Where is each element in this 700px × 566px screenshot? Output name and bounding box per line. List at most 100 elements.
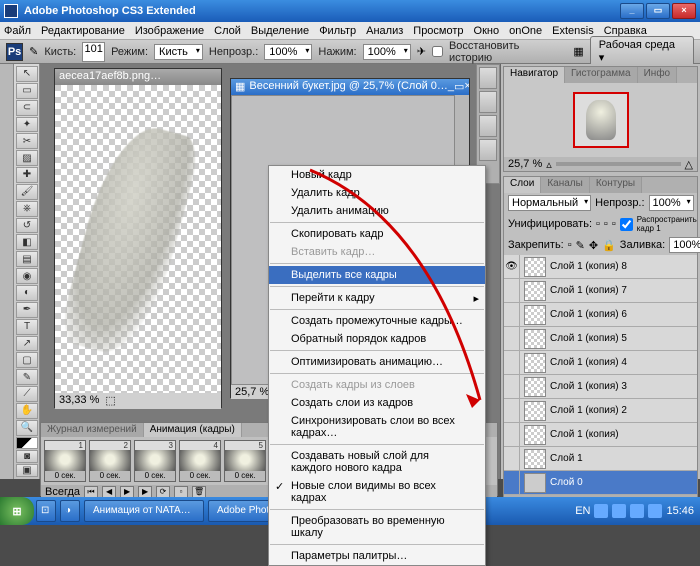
maximize-button[interactable]: ▭ bbox=[646, 3, 670, 19]
menu-image[interactable]: Изображение bbox=[135, 25, 204, 37]
clock[interactable]: 15:46 bbox=[666, 505, 694, 517]
ctx-delete-frame[interactable]: Удалить кадр bbox=[269, 184, 485, 202]
unify-vis-icon[interactable]: ▫ bbox=[604, 218, 608, 230]
layer-name[interactable]: Слой 1 (копия) 7 bbox=[550, 285, 697, 296]
animation-frame[interactable]: 20 сек. bbox=[89, 440, 131, 482]
taskbar-item[interactable]: Анимация от NATALI… bbox=[84, 500, 204, 522]
tab-info[interactable]: Инфо bbox=[638, 67, 678, 83]
animation-frame[interactable]: 50 сек. bbox=[224, 440, 266, 482]
tray-icon[interactable] bbox=[612, 504, 626, 518]
zoom-in-icon[interactable]: △ bbox=[685, 158, 693, 171]
brush-tool[interactable]: 🖌 bbox=[16, 184, 38, 200]
visibility-icon[interactable] bbox=[504, 327, 520, 350]
nav-zoom[interactable]: 25,7 % bbox=[508, 158, 542, 170]
shape-tool[interactable]: ▢ bbox=[16, 352, 38, 368]
animation-frame[interactable]: 10 сек. bbox=[44, 440, 86, 482]
menu-analysis[interactable]: Анализ bbox=[366, 25, 403, 37]
doc1-zoom[interactable]: 33,33 % bbox=[59, 394, 99, 408]
zoom-slider[interactable] bbox=[556, 162, 681, 166]
eyedropper-tool[interactable]: ⟋ bbox=[16, 386, 38, 402]
navigator-thumb[interactable] bbox=[504, 83, 697, 157]
ctx-delete-anim[interactable]: Удалить анимацию bbox=[269, 202, 485, 220]
layer-name[interactable]: Слой 1 (копия) 5 bbox=[550, 333, 697, 344]
visibility-icon[interactable] bbox=[504, 279, 520, 302]
tray-icon[interactable] bbox=[648, 504, 662, 518]
stamp-tool[interactable]: ⎈ bbox=[16, 201, 38, 217]
layer-name[interactable]: Слой 1 (копия) 6 bbox=[550, 309, 697, 320]
unify-style-icon[interactable]: ▫ bbox=[612, 218, 616, 230]
menu-window[interactable]: Окно bbox=[474, 25, 500, 37]
menu-onone[interactable]: onOne bbox=[509, 25, 542, 37]
visibility-icon[interactable] bbox=[504, 303, 520, 326]
collapsed-color-icon[interactable] bbox=[479, 115, 497, 137]
layer-row[interactable]: 👁Слой 1 (копия) 8 bbox=[504, 255, 697, 279]
minimize-button[interactable]: _ bbox=[620, 3, 644, 19]
blur-tool[interactable]: ◉ bbox=[16, 268, 38, 284]
lock-pos-icon[interactable]: ✥ bbox=[589, 239, 598, 252]
quickmask-toggle[interactable]: ◙ bbox=[16, 450, 38, 463]
menu-select[interactable]: Выделение bbox=[251, 25, 309, 37]
doc2-titlebar[interactable]: ▦ Весенний букет.jpg @ 25,7% (Слой 0… _ … bbox=[231, 79, 469, 95]
lock-px-icon[interactable]: ✎ bbox=[576, 239, 585, 252]
layer-name[interactable]: Слой 1 (копия) 4 bbox=[550, 357, 697, 368]
ctx-new-frame[interactable]: Новый кадр bbox=[269, 166, 485, 184]
visibility-icon[interactable] bbox=[504, 423, 520, 446]
collapsed-actions-icon[interactable] bbox=[479, 91, 497, 113]
ctx-copy-frame[interactable]: Скопировать кадр bbox=[269, 225, 485, 243]
tab-paths[interactable]: Контуры bbox=[590, 177, 642, 193]
blend-mode-select[interactable]: Нормальный bbox=[508, 195, 591, 211]
ctx-to-layers[interactable]: Создать слои из кадров bbox=[269, 394, 485, 412]
dodge-tool[interactable]: ◐ bbox=[16, 285, 38, 301]
ctx-visible-all[interactable]: Новые слои видимы во всех кадрах bbox=[269, 477, 485, 507]
ctx-to-timeline[interactable]: Преобразовать во временную шкалу bbox=[269, 512, 485, 542]
lock-trans-icon[interactable]: ▫ bbox=[568, 239, 572, 251]
visibility-icon[interactable] bbox=[504, 471, 520, 494]
ctx-tween[interactable]: Создать промежуточные кадры… bbox=[269, 312, 485, 330]
layer-name[interactable]: Слой 1 (копия) bbox=[550, 429, 697, 440]
tab-channels[interactable]: Каналы bbox=[541, 177, 590, 193]
tab-measurements[interactable]: Журнал измерений bbox=[41, 423, 144, 437]
ctx-new-layer-each[interactable]: Создавать новый слой для каждого нового … bbox=[269, 447, 485, 477]
layer-row[interactable]: Слой 1 (копия) 6 bbox=[504, 303, 697, 327]
collapsed-history-icon[interactable] bbox=[479, 67, 497, 89]
tab-animation[interactable]: Анимация (кадры) bbox=[144, 423, 242, 437]
layer-name[interactable]: Слой 0 bbox=[550, 477, 697, 488]
tray-icon[interactable] bbox=[594, 504, 608, 518]
menu-view[interactable]: Просмотр bbox=[413, 25, 463, 37]
slice-tool[interactable]: ▨ bbox=[16, 150, 38, 166]
visibility-icon[interactable] bbox=[504, 447, 520, 470]
history-brush-tool[interactable]: ↺ bbox=[16, 218, 38, 234]
layer-row[interactable]: Слой 1 (копия) 7 bbox=[504, 279, 697, 303]
ctx-select-all-frames[interactable]: Выделить все кадры bbox=[269, 266, 485, 284]
doc2-zoom[interactable]: 25,7 % bbox=[235, 386, 269, 398]
menu-file[interactable]: Файл bbox=[4, 25, 31, 37]
restore-checkbox[interactable] bbox=[432, 46, 443, 57]
lang-indicator[interactable]: EN bbox=[575, 505, 590, 517]
menu-extensis[interactable]: Extensis bbox=[552, 25, 594, 37]
quicklaunch-icon[interactable]: ◑ bbox=[60, 500, 80, 522]
ctx-palette-opts[interactable]: Параметры палитры… bbox=[269, 547, 485, 565]
animation-frame[interactable]: 40 сек. bbox=[179, 440, 221, 482]
propagate-checkbox[interactable] bbox=[620, 218, 633, 231]
layer-row[interactable]: Слой 0 bbox=[504, 471, 697, 495]
opacity-input[interactable]: 100% bbox=[264, 44, 312, 60]
doc2-close-icon[interactable]: × bbox=[464, 80, 469, 94]
menu-layer[interactable]: Слой bbox=[214, 25, 241, 37]
zoom-out-icon[interactable]: ▵ bbox=[546, 158, 552, 171]
layer-name[interactable]: Слой 1 (копия) 2 bbox=[550, 405, 697, 416]
layer-row[interactable]: Слой 1 (копия) 2 bbox=[504, 399, 697, 423]
collapsed-swatches-icon[interactable] bbox=[479, 139, 497, 161]
eraser-tool[interactable]: ◧ bbox=[16, 234, 38, 250]
screenmode-toggle[interactable]: ▣ bbox=[16, 464, 38, 477]
lock-all-icon[interactable]: 🔒 bbox=[602, 239, 616, 252]
tab-histogram[interactable]: Гистограмма bbox=[565, 67, 638, 83]
path-tool[interactable]: ↗ bbox=[16, 336, 38, 352]
crop-tool[interactable]: ✂ bbox=[16, 133, 38, 149]
menu-filter[interactable]: Фильтр bbox=[319, 25, 356, 37]
ctx-goto-frame[interactable]: Перейти к кадру bbox=[269, 289, 485, 307]
tab-layers[interactable]: Слои bbox=[504, 177, 541, 193]
tab-navigator[interactable]: Навигатор bbox=[504, 67, 565, 83]
gradient-tool[interactable]: ▤ bbox=[16, 251, 38, 267]
doc1-canvas[interactable] bbox=[55, 85, 221, 393]
tray-icon[interactable] bbox=[630, 504, 644, 518]
